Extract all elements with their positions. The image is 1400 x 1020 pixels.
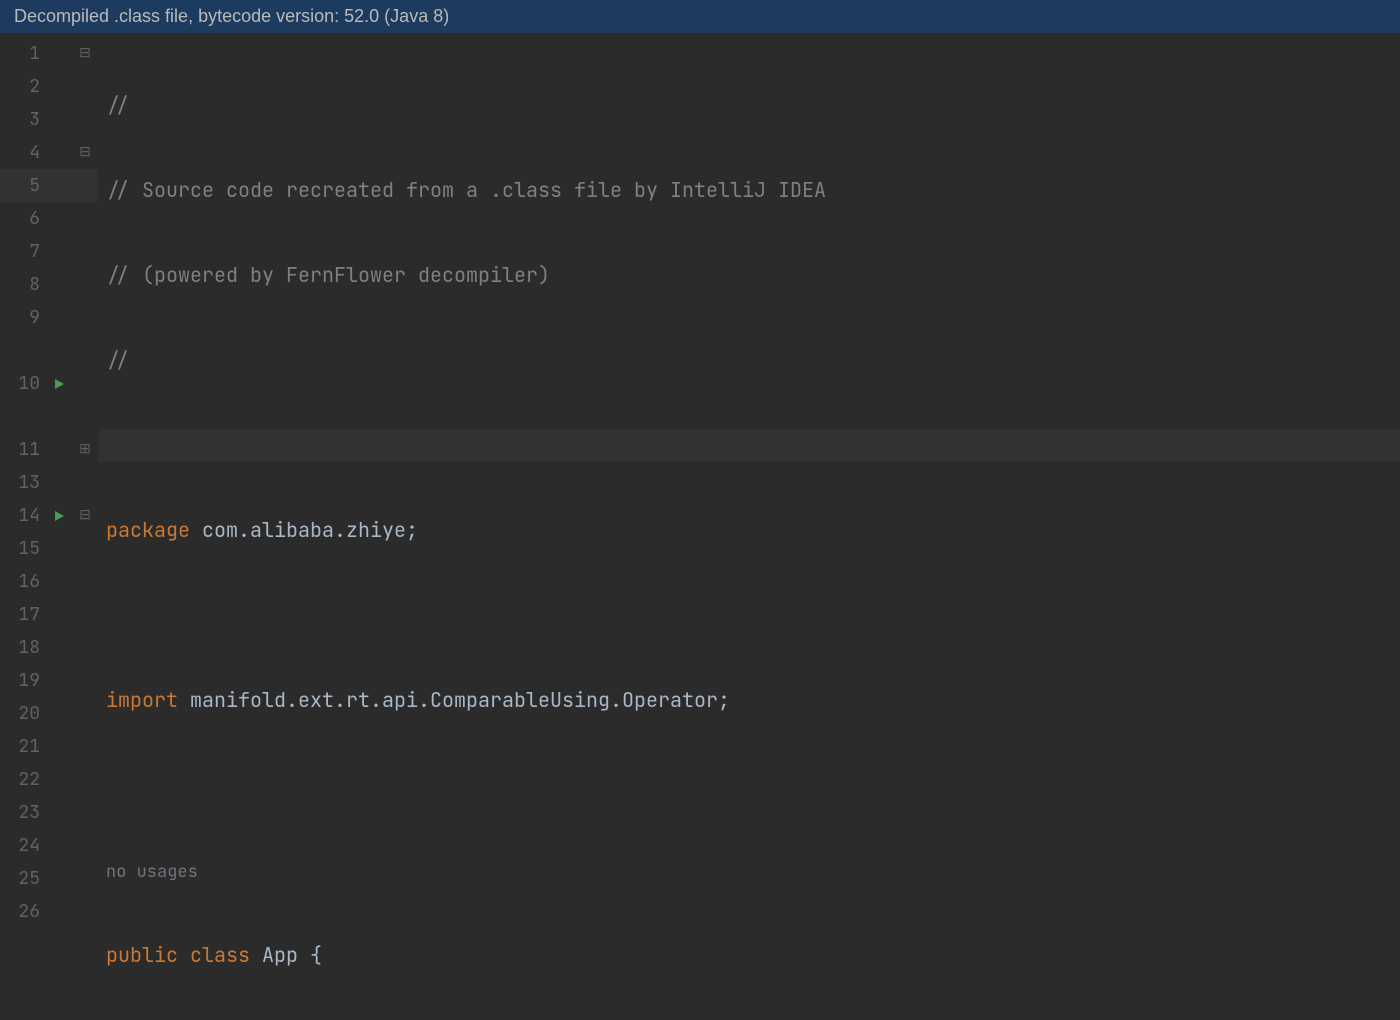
code-line[interactable]: // (powered by FernFlower decompiler) [98,259,1400,292]
line-number: 9 [0,301,46,334]
run-gutter [46,33,72,1019]
line-number: 1 [0,37,46,70]
line-number: 2 [0,70,46,103]
run-icon[interactable] [53,378,65,390]
code-line[interactable]: // [98,89,1400,122]
line-number: 13 [0,466,46,499]
line-number: 11 [0,433,46,466]
code-line[interactable]: public class App { [98,939,1400,972]
line-number: 18 [0,631,46,664]
line-number: 21 [0,730,46,763]
decompile-banner: Decompiled .class file, bytecode version… [0,0,1400,33]
line-number: 19 [0,664,46,697]
code-line[interactable]: package com.alibaba.zhiye; [98,514,1400,547]
fold-gutter: ⊟ ⊟ ⊞ ⊟ [72,33,98,1019]
line-number: 14 [0,499,46,532]
line-number-gutter: 1 2 3 4 5 6 7 8 9 10 11 13 14 15 16 17 1… [0,33,46,1019]
code-area[interactable]: // // Source code recreated from a .clas… [98,33,1400,1019]
fold-toggle-icon[interactable]: ⊟ [72,37,98,70]
fold-toggle-icon[interactable]: ⊟ [72,136,98,169]
line-number: 16 [0,565,46,598]
line-number: 3 [0,103,46,136]
line-number: 10 [0,367,46,400]
line-number [0,400,46,433]
run-icon[interactable] [53,510,65,522]
code-editor[interactable]: 1 2 3 4 5 6 7 8 9 10 11 13 14 15 16 17 1… [0,33,1400,1019]
line-number: 24 [0,829,46,862]
usage-inlay[interactable]: no usages [98,854,1400,887]
line-number: 15 [0,532,46,565]
line-number: 22 [0,763,46,796]
line-number: 6 [0,202,46,235]
code-line[interactable]: import manifold.ext.rt.api.ComparableUsi… [98,684,1400,717]
line-number: 26 [0,895,46,928]
code-line[interactable]: // [98,344,1400,377]
line-number: 17 [0,598,46,631]
line-number: 20 [0,697,46,730]
line-number: 8 [0,268,46,301]
fold-toggle-icon[interactable]: ⊟ [72,499,98,532]
line-number: 25 [0,862,46,895]
code-line[interactable] [98,599,1400,632]
line-number: 5 [0,169,46,202]
line-number: 7 [0,235,46,268]
line-number: 4 [0,136,46,169]
fold-toggle-icon[interactable]: ⊞ [72,433,98,466]
code-line[interactable] [98,769,1400,802]
line-number: 23 [0,796,46,829]
code-line[interactable]: // Source code recreated from a .class f… [98,174,1400,207]
line-number [0,334,46,367]
code-line[interactable] [98,429,1400,462]
